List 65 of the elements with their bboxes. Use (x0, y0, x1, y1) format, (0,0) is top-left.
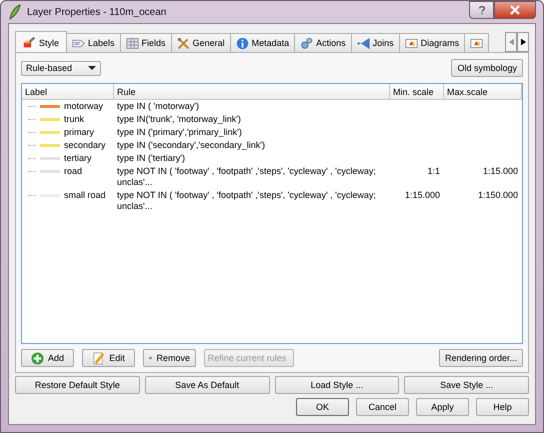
min-scale: 1:15.000 (404, 190, 440, 200)
style-button[interactable]: Load Style ... (274, 376, 400, 394)
style-button[interactable]: Save Style ... (404, 376, 529, 394)
rule-expression: type NOT IN ( 'footway' , 'footpath' ,'steps', 'cycleway' , 'cycleway; unclas'... (117, 190, 376, 211)
min-scale: 1:1 (427, 166, 440, 176)
left-arrow-icon (508, 38, 514, 46)
tab[interactable]: Joins (350, 33, 400, 52)
tab[interactable]: General (170, 33, 231, 52)
rule-button[interactable]: Add (21, 349, 74, 367)
rule-expression: type IN ( 'motorway') (117, 101, 199, 111)
dialog-button[interactable]: Help (476, 398, 529, 416)
info-icon (236, 36, 249, 50)
question-icon (478, 5, 486, 15)
tab[interactable]: Metadata (230, 33, 296, 52)
rule-expression: type IN ('primary','primary_link') (117, 127, 242, 137)
scroll-right-button[interactable] (517, 32, 529, 52)
column-header[interactable]: Min. scale (390, 84, 444, 99)
rule-label: motorway (64, 101, 104, 112)
rule-label: trunk (64, 114, 84, 125)
old-symbology-button[interactable]: Old symbology (451, 59, 523, 77)
column-header[interactable]: Rule (114, 84, 390, 99)
join-icon (356, 36, 370, 50)
right-arrow-icon (520, 38, 526, 46)
close-icon (510, 5, 520, 15)
column-header[interactable]: Label (22, 84, 114, 99)
column-header[interactable]: Max.scale (444, 84, 522, 99)
dialog-button[interactable]: Apply (416, 398, 469, 416)
rule-button[interactable]: Remove (143, 349, 196, 367)
rule-label: tertiary (64, 153, 92, 164)
rule-expression: type IN ('tertiary') (117, 153, 185, 163)
pencil-icon (92, 352, 106, 364)
tab[interactable]: Diagrams (398, 33, 466, 52)
style-button[interactable]: Restore Default Style (15, 376, 140, 394)
tab[interactable]: Labels (66, 33, 121, 52)
close-button[interactable] (494, 1, 536, 19)
rule-expression: type NOT IN ( 'footway' , 'footpath' ,'steps', 'cycleway' , 'cycleway; unclas'... (117, 166, 376, 187)
tools-icon (176, 36, 190, 50)
rule-label: road (64, 166, 82, 177)
rule-expression: type IN ('secondary','secondary_link') (117, 140, 265, 150)
chart-icon (404, 36, 418, 50)
paintbrush-icon (23, 36, 36, 49)
chart-icon (470, 36, 484, 50)
tab[interactable]: Fields (120, 33, 172, 52)
rule-label: small road (64, 190, 106, 201)
max-scale: 1:15.000 (482, 166, 518, 176)
style-button[interactable]: Save As Default (144, 376, 270, 394)
window-title: Layer Properties - 110m_ocean (27, 6, 166, 18)
renderer-dropdown[interactable]: Rule-based (21, 60, 101, 76)
leaf-icon (8, 4, 22, 20)
rule-label: primary (64, 127, 94, 138)
table-icon (126, 36, 139, 50)
dialog-button[interactable]: Cancel (356, 398, 409, 416)
rendering-order-button[interactable]: Rendering order... (438, 349, 523, 367)
rule-label: secondary (64, 140, 106, 151)
caret-icon (88, 66, 96, 70)
tab[interactable]: Actions (294, 33, 352, 52)
max-scale: 1:150.000 (478, 190, 518, 200)
rule-button[interactable]: Edit (82, 349, 135, 367)
tab[interactable] (464, 33, 490, 52)
plus-icon (30, 352, 44, 364)
dialog-button[interactable]: OK (296, 398, 349, 416)
rule-expression: type IN('trunk', 'motorway_link') (117, 114, 241, 124)
help-button[interactable] (469, 1, 494, 19)
tab[interactable]: Style (15, 31, 68, 52)
gears-icon (300, 36, 314, 50)
